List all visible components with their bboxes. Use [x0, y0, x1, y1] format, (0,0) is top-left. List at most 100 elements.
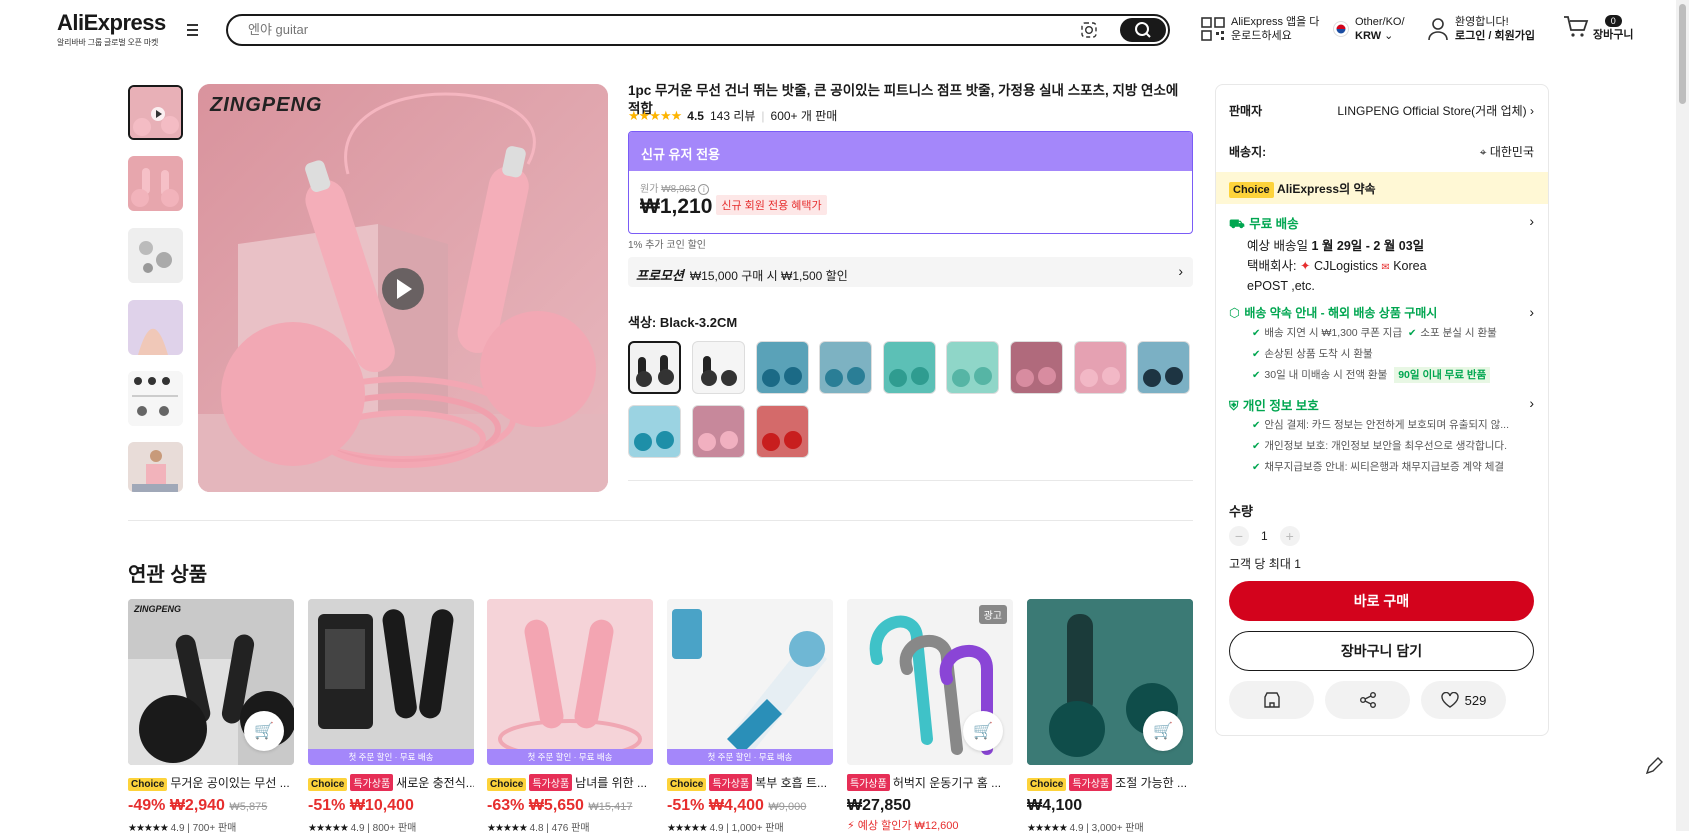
check-icon: ✔: [1252, 370, 1261, 381]
color-value: Black-3.2CM: [659, 315, 738, 330]
search-input[interactable]: [248, 22, 1068, 37]
korea-flag-icon: [1333, 21, 1349, 37]
related-product-card[interactable]: 첫 주문 할인 · 무료 배송 Choice 특가상품 복부 호흡 트... -51…: [667, 599, 833, 834]
currency: KRW: [1355, 30, 1382, 42]
product-title[interactable]: 허벅지 운동기구 홈 ...: [893, 776, 1001, 790]
menu-icon[interactable]: [185, 24, 201, 38]
product-title[interactable]: 복부 호흡 트...: [755, 776, 827, 790]
swatch-red[interactable]: [756, 405, 809, 458]
promise-item: ✔ 배송 지연 시 ₩1,300 쿠폰 지급: [1252, 327, 1403, 339]
add-to-cart-icon[interactable]: 🛒: [963, 711, 1003, 751]
app-line1: AliExpress 앱을 다: [1231, 16, 1320, 28]
product-image[interactable]: ZINGPENG 🛒: [128, 599, 294, 765]
swatch-teal-1[interactable]: [883, 341, 936, 394]
product-image[interactable]: 🛒: [1027, 599, 1193, 765]
related-product-card[interactable]: ZINGPENG 🛒 Choice 무거운 공이있는 무선 ... -49% ₩2…: [128, 599, 294, 834]
product-image[interactable]: 광고 🛒: [847, 599, 1013, 765]
gallery-thumb-4[interactable]: [128, 300, 183, 355]
app-line2: 운로드하세요: [1231, 30, 1292, 42]
related-product-card[interactable]: 광고 🛒 특가상품 허벅지 운동기구 홈 ... ₩27,850 ⚡ 예상 할인가…: [847, 599, 1013, 833]
rating-row[interactable]: ★★★★★ 4.5 143 리뷰 | 600+ 개 판매: [628, 107, 837, 124]
delivery-promise-title: 배송 약속 안내 - 해외 배송 상품 구매시: [1244, 306, 1438, 320]
swatch-pink-2[interactable]: [692, 405, 745, 458]
main-product-image[interactable]: ZINGPENG: [198, 84, 608, 492]
search-button[interactable]: [1120, 18, 1166, 42]
gallery-thumb-3[interactable]: [128, 228, 183, 283]
swatch-black-2[interactable]: [692, 341, 745, 394]
swatch-dark-blue[interactable]: [1137, 341, 1190, 394]
increase-button[interactable]: +: [1279, 526, 1300, 546]
swatch-blue-2[interactable]: [819, 341, 872, 394]
privacy-title: 개인 정보 보호: [1242, 399, 1319, 413]
related-product-card[interactable]: 🛒 Choice 특가상품 조절 가능한 ... ₩4,100 ★★★★★ 4.9 …: [1027, 599, 1193, 834]
new-user-price-box: 신규 유저 전용 원가 ₩8,963 i ₩1,210 신규 회원 전용 혜택가: [628, 131, 1193, 234]
swatch-light-blue[interactable]: [628, 405, 681, 458]
free-ship-label: 무료 배송: [1249, 217, 1299, 231]
feedback-edit-icon[interactable]: [1642, 754, 1666, 778]
promotion-row[interactable]: 프로모션 ₩15,000 구매 시 ₩1,500 할인 ›: [628, 257, 1193, 287]
promo-banner: 첫 주문 할인 · 무료 배송: [667, 749, 833, 765]
swatch-blue-1[interactable]: [756, 341, 809, 394]
free-shipping-row[interactable]: ⛟ 무료 배송 ›: [1229, 213, 1534, 233]
rating-stars-icon: ★★★★★: [1027, 823, 1068, 834]
rating-stars-icon: ★★★★★: [487, 823, 528, 834]
brand-watermark: ZINGPENG: [134, 604, 182, 614]
wishlist-button[interactable]: 529: [1421, 681, 1506, 719]
product-image[interactable]: 첫 주문 할인 · 무료 배송: [487, 599, 653, 765]
cart[interactable]: 0 장바구니: [1563, 14, 1633, 42]
promotion-label: 프로모션: [636, 268, 684, 283]
aliexpress-logo[interactable]: AliExpress 알리바바 그룹 글로벌 오픈 마켓: [57, 10, 166, 48]
add-to-cart-button[interactable]: 장바구니 담기: [1229, 631, 1534, 671]
review-count[interactable]: 143 리뷰: [710, 107, 755, 124]
quantity-value[interactable]: 1: [1261, 529, 1268, 543]
product-image[interactable]: 첫 주문 할인 · 무료 배송: [308, 599, 474, 765]
ship-destination[interactable]: ⌖ 대한민국: [1480, 143, 1534, 160]
buy-now-button[interactable]: 바로 구매: [1229, 581, 1534, 621]
brand-watermark: ZINGPENG: [210, 94, 323, 116]
gallery-thumb-video[interactable]: [128, 85, 183, 140]
add-to-cart-icon[interactable]: 🛒: [1143, 711, 1183, 751]
delivery-promise-row[interactable]: ⬡ 배송 약속 안내 - 해외 배송 상품 구매시 ›: [1229, 304, 1534, 322]
ship-country: 대한민국: [1489, 145, 1534, 159]
account-menu[interactable]: 환영합니다! 로그인 / 회원가입: [1427, 15, 1535, 43]
image-search-icon[interactable]: [1080, 21, 1098, 39]
gallery-thumb-5[interactable]: [128, 371, 183, 426]
product-title[interactable]: 남녀를 위한 ...: [575, 776, 647, 790]
page-scrollbar[interactable]: [1676, 0, 1689, 831]
info-icon[interactable]: i: [698, 184, 710, 195]
store-button[interactable]: [1229, 681, 1314, 719]
privacy-item: ✔ 개인정보 보호: 개인정보 보안을 최우선으로 생각합니다.: [1252, 440, 1507, 452]
gallery-thumb-2[interactable]: [128, 156, 183, 211]
swatch-teal-2[interactable]: [946, 341, 999, 394]
related-product-card[interactable]: 첫 주문 할인 · 무료 배송 Choice 특가상품 새로운 충전식... -51…: [308, 599, 474, 834]
current-price: ₩1,210: [640, 195, 713, 218]
scrollbar-thumb[interactable]: [1679, 4, 1686, 104]
region-line1: Other/KO/: [1355, 16, 1405, 28]
product-title[interactable]: 조절 가능한 ...: [1115, 776, 1187, 790]
region-selector[interactable]: Other/KO/KRW ⌄: [1333, 15, 1405, 43]
color-label: 색상:: [628, 315, 657, 330]
eta-row: 예상 배송일 1 월 29일 - 2 월 03일: [1247, 235, 1424, 254]
share-button[interactable]: [1325, 681, 1410, 719]
add-to-cart-icon[interactable]: 🛒: [244, 711, 284, 751]
related-product-card[interactable]: 첫 주문 할인 · 무료 배송 Choice 특가상품 남녀를 위한 ... -63…: [487, 599, 653, 834]
orig-price-label: 원가: [640, 184, 659, 195]
price: ₩5,650: [528, 797, 584, 814]
heart-icon: [1440, 692, 1459, 708]
related-title: 연관 상품: [128, 564, 208, 586]
product-image[interactable]: 첫 주문 할인 · 무료 배송: [667, 599, 833, 765]
privacy-row[interactable]: ⛨ 개인 정보 보호 ›: [1229, 395, 1534, 415]
swatch-black-3.2cm[interactable]: [628, 341, 681, 394]
gallery-thumb-6[interactable]: [128, 442, 183, 492]
login-link[interactable]: 로그인 / 회원가입: [1455, 30, 1535, 42]
product-title[interactable]: 새로운 충전식...: [396, 776, 474, 790]
swatch-pink-1[interactable]: [1074, 341, 1127, 394]
decrease-button[interactable]: −: [1229, 526, 1249, 546]
privacy-item: ✔ 안심 결제: 카드 정보는 안전하게 보호되며 유출되지 않...: [1252, 419, 1509, 431]
price: ₩27,850: [847, 797, 912, 814]
app-download[interactable]: AliExpress 앱을 다운로드하세요: [1201, 15, 1319, 43]
carrier-row: 택배회사: ✦ CJLogistics ✉ Korea ePOST ,etc.: [1247, 257, 1477, 295]
seller-link[interactable]: LINGPENG Official Store(거래 업체) ›: [1337, 102, 1534, 119]
swatch-rose-1[interactable]: [1010, 341, 1063, 394]
product-title[interactable]: 무거운 공이있는 무선 ...: [170, 776, 289, 790]
